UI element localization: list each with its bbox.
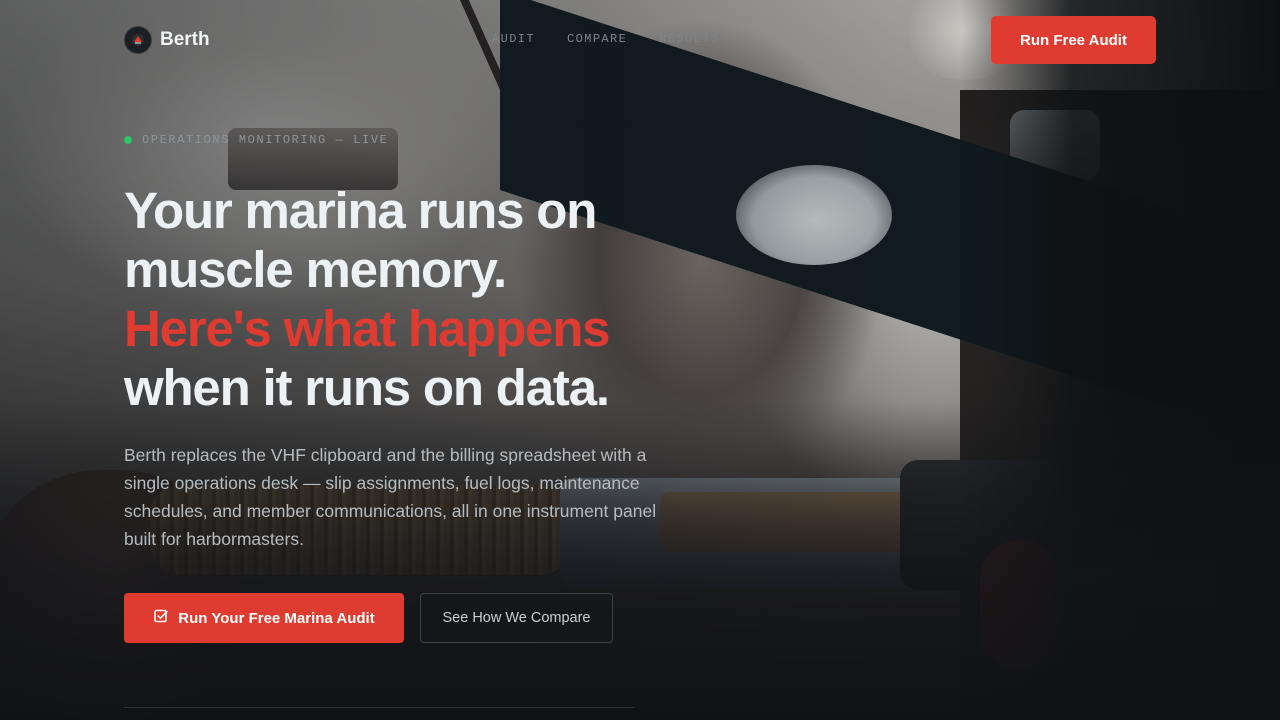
nav-link-results[interactable]: RESULTS <box>659 32 719 46</box>
headline-line-1: Your marina runs on <box>124 182 597 239</box>
brand-name: Berth <box>160 29 210 50</box>
status-text: OPERATIONS MONITORING — LIVE <box>142 133 389 147</box>
status-indicator: OPERATIONS MONITORING — LIVE <box>124 133 388 147</box>
checkbox-icon <box>153 608 169 628</box>
headline-line-2: muscle memory. <box>124 241 507 298</box>
nav-link-audit[interactable]: AUDIT <box>492 32 535 46</box>
nav-link-compare[interactable]: COMPARE <box>567 32 627 46</box>
nav-links: AUDIT COMPARE RESULTS <box>492 32 719 46</box>
headline-accent: Here's what happens <box>124 300 611 357</box>
live-dot-icon <box>124 136 132 144</box>
run-free-audit-button[interactable]: Run Free Audit <box>991 16 1156 64</box>
hero-headline: Your marina runs on muscle memory. Here'… <box>124 181 744 417</box>
top-nav: Berth AUDIT COMPARE RESULTS Run Free Aud… <box>0 0 1280 80</box>
brand-logo-link[interactable]: Berth <box>124 26 210 54</box>
see-how-we-compare-button[interactable]: See How We Compare <box>420 593 613 643</box>
hero-subtext: Berth replaces the VHF clipboard and the… <box>124 445 657 549</box>
logo-icon <box>124 26 152 54</box>
primary-cta-label: Run Your Free Marina Audit <box>178 609 375 627</box>
headline-line-4: when it runs on data. <box>124 359 610 416</box>
section-divider <box>124 707 634 708</box>
run-marina-audit-button[interactable]: Run Your Free Marina Audit <box>124 593 404 643</box>
